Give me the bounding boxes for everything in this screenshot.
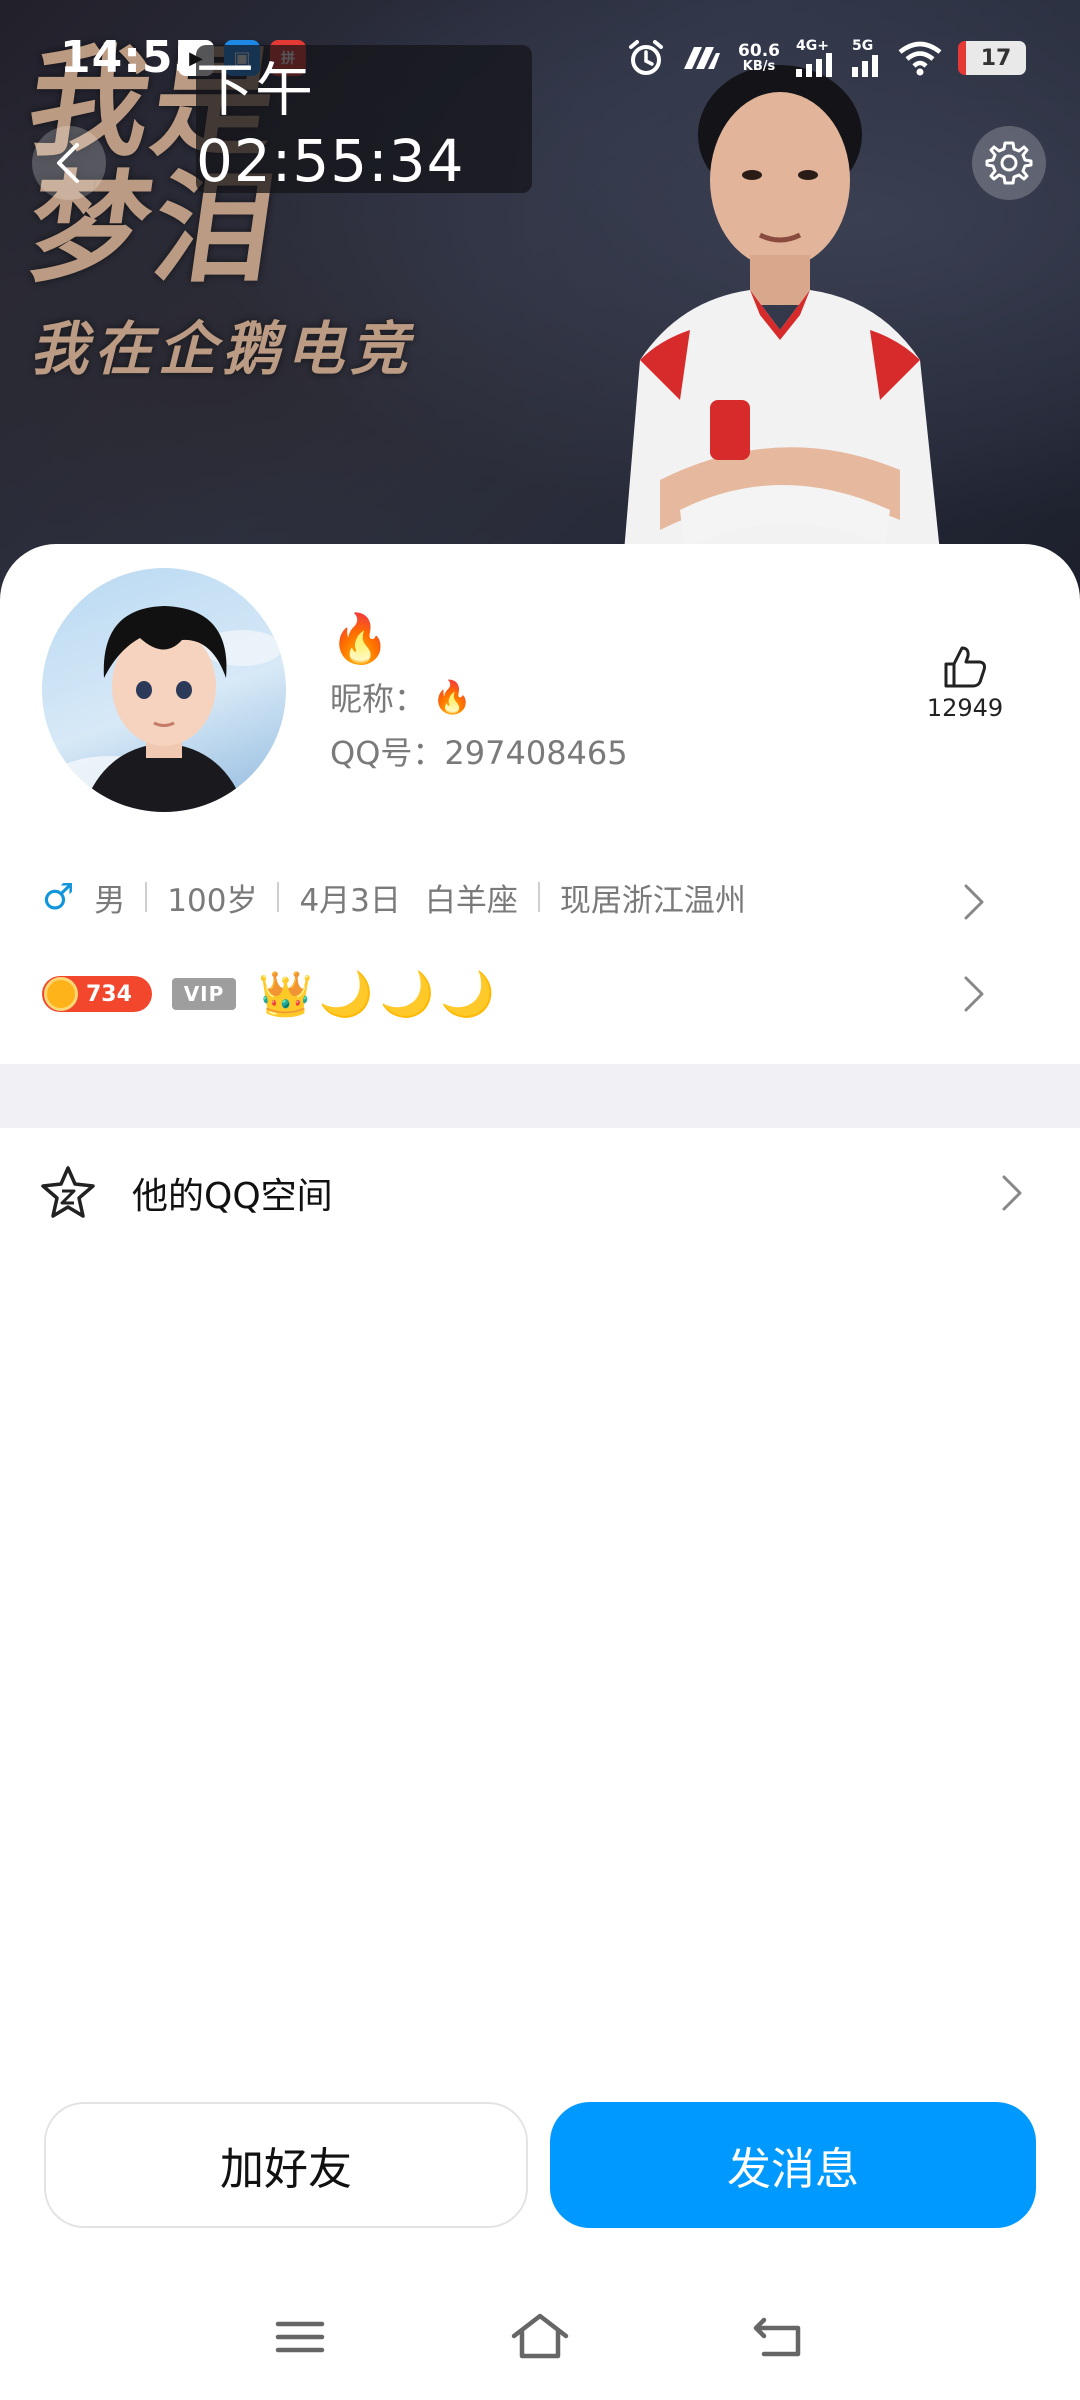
- vip-badge: VIP: [172, 978, 236, 1010]
- settings-button[interactable]: [972, 126, 1046, 200]
- coin-value: 734: [86, 981, 132, 1007]
- signal-bars-icon-2: [852, 55, 878, 77]
- back-button[interactable]: [32, 126, 106, 200]
- wifi-icon: [898, 41, 942, 76]
- cover-player-image: [620, 65, 945, 600]
- back-nav-icon[interactable]: [750, 2310, 810, 2364]
- qzone-label: 他的QQ空间: [132, 1176, 333, 1217]
- zodiac-text: 白羊座: [424, 882, 518, 919]
- battery-indicator: 17: [958, 41, 1026, 75]
- qzone-star-icon: [41, 1166, 95, 1218]
- chevron-right-icon: [1002, 1175, 1022, 1211]
- send-message-button[interactable]: 发消息: [550, 2102, 1036, 2228]
- menu-icon[interactable]: [270, 2310, 330, 2364]
- divider: [145, 882, 148, 912]
- avatar-illustration: [52, 606, 282, 812]
- nickname-value: 🔥: [432, 678, 472, 716]
- gear-icon: [985, 141, 1033, 185]
- signal-bars-icon: [796, 53, 832, 77]
- moon-icon: 🌙: [379, 969, 435, 1020]
- thumbs-up-icon: [944, 646, 986, 688]
- like-count: 12949: [926, 694, 1004, 722]
- gender-text: 男: [94, 882, 126, 919]
- status-indicators: 60.6 KB/s 4G+ 5G 17: [626, 38, 1026, 78]
- chevron-left-icon: [57, 143, 79, 183]
- divider: [537, 882, 540, 912]
- home-icon[interactable]: [510, 2310, 570, 2364]
- signal-4g-label: 4G+: [796, 38, 829, 54]
- cover-brush-line3: 我在企鹅电竞: [30, 315, 415, 383]
- alarm-icon: [629, 40, 664, 75]
- birthday-text: 4月3日: [299, 882, 401, 919]
- signal-5g-label: 5G: [852, 38, 874, 54]
- signal-5g: 5G: [852, 39, 882, 77]
- qq-level-icons: 👑 🌙 🌙 🌙: [258, 968, 495, 1020]
- section-divider: [0, 1064, 1080, 1128]
- profile-info-row[interactable]: ♂ 男 100岁 4月3日 白羊座 现居浙江温州: [42, 872, 1042, 922]
- age-text: 100岁: [167, 882, 258, 919]
- chevron-right-icon: [964, 976, 984, 1012]
- moon-icon: 🌙: [318, 969, 374, 1020]
- nickname-label: 昵称：: [330, 680, 427, 718]
- qq-number-line: QQ号：297408465: [330, 728, 628, 774]
- location-text: 现居浙江温州: [559, 882, 746, 919]
- system-nav-bar: [0, 2290, 1080, 2380]
- qq-label: QQ号：: [330, 734, 445, 772]
- net-speed-value: 60.6: [738, 41, 780, 61]
- net-speed: 60.6 KB/s: [738, 41, 780, 74]
- level-badges-row[interactable]: 734 VIP 👑 🌙 🌙 🌙: [42, 964, 1042, 1024]
- qq-number[interactable]: 297408465: [444, 734, 627, 772]
- divider: [277, 882, 280, 912]
- like-button[interactable]: 12949: [920, 644, 1010, 722]
- nickname-line: 昵称： 🔥: [330, 674, 472, 720]
- coin-badge: 734: [42, 976, 152, 1012]
- gender-icon: ♂: [42, 876, 75, 918]
- avatar[interactable]: [42, 568, 286, 812]
- qzone-entry[interactable]: 他的QQ空间: [0, 1128, 1080, 1258]
- nickname-emoji: 🔥: [330, 611, 390, 667]
- clock-overlay: 下午02:55:34: [196, 45, 532, 195]
- add-friend-button[interactable]: 加好友: [44, 2102, 528, 2228]
- nfc-icon: [684, 47, 721, 69]
- profile-card: 🔥 昵称： 🔥 QQ号：297408465 12949 ♂ 男 100岁 4月3…: [0, 544, 1080, 1064]
- moon-icon: 🌙: [440, 969, 496, 1020]
- coin-icon: [44, 977, 78, 1011]
- net-speed-unit: KB/s: [742, 59, 776, 74]
- crown-icon: 👑: [258, 969, 313, 1020]
- signal-4g: 4G+: [796, 39, 836, 77]
- status-bar: 14:55 ▶ ▣ 拼 60.6 KB/s 4G+ 5G: [0, 0, 1080, 110]
- chevron-right-icon: [964, 884, 984, 920]
